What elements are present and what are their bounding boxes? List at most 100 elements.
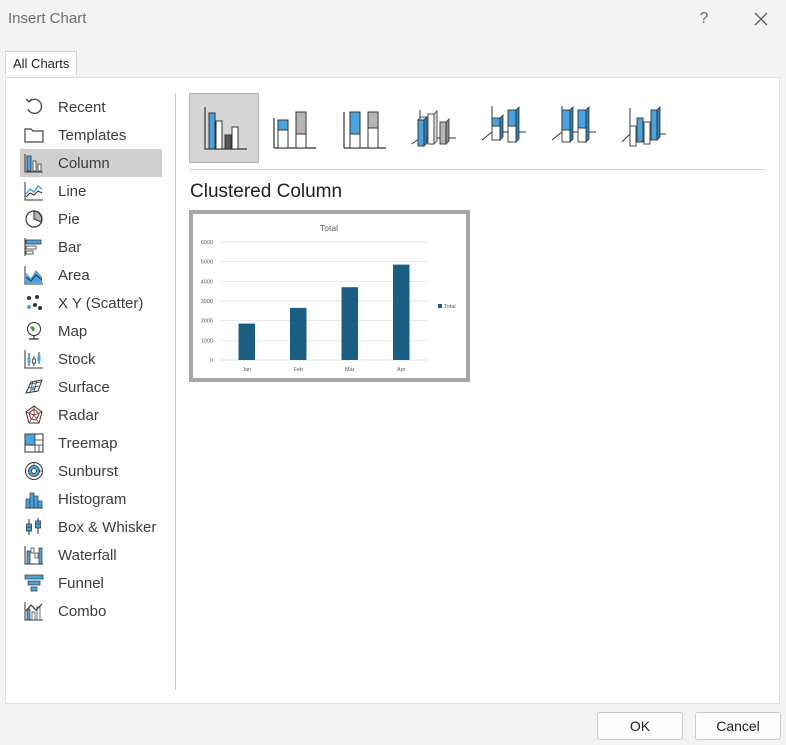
100-stacked-column-icon xyxy=(343,111,386,149)
chart-type-label: Area xyxy=(58,267,90,284)
y-tick-label: 6000 xyxy=(201,240,213,246)
chart-type-label: Recent xyxy=(58,99,106,116)
funnel-chart-icon xyxy=(24,574,44,592)
help-button[interactable]: ? xyxy=(692,6,716,32)
legend-swatch xyxy=(438,304,442,308)
selected-subtype-name: Clustered Column xyxy=(190,181,343,202)
subtype-3d-stacked-column[interactable] xyxy=(469,93,539,163)
chart-type-label: Stock xyxy=(58,351,96,368)
y-tick-label: 5000 xyxy=(201,260,213,266)
panel-divider xyxy=(175,93,176,690)
combo-chart-icon xyxy=(24,602,43,621)
y-tick-label: 1000 xyxy=(201,338,213,344)
chart-type-sunburst[interactable]: Sunburst xyxy=(20,457,162,485)
x-tick-label: Feb xyxy=(294,367,303,373)
x-tick-label: Apr xyxy=(397,367,406,373)
x-tick-label: Mar xyxy=(345,367,355,373)
chart-type-box-whisker[interactable]: Box & Whisker xyxy=(20,513,162,541)
chart-type-label: Radar xyxy=(58,407,99,424)
3d-column-icon xyxy=(621,106,666,147)
cancel-button[interactable]: Cancel xyxy=(695,712,781,740)
subtype-stacked-column[interactable] xyxy=(259,93,329,163)
box-whisker-chart-icon xyxy=(26,518,41,535)
3d-clustered-column-icon xyxy=(411,110,456,147)
scatter-chart-icon xyxy=(27,295,42,310)
chart-preview[interactable]: Total 0 1000 2000 3000 4000 5000 6000 Jan Feb Mar A… xyxy=(189,210,470,382)
chart-type-map[interactable]: Map xyxy=(20,317,162,345)
chart-type-stock[interactable]: Stock xyxy=(20,345,162,373)
map-chart-icon xyxy=(26,321,42,340)
subtype-100-stacked-column[interactable] xyxy=(329,93,399,163)
chart-bar xyxy=(290,307,307,360)
chart-title: Total xyxy=(320,223,338,233)
close-button[interactable] xyxy=(748,6,774,32)
chart-type-label: Combo xyxy=(58,603,107,620)
chart-type-label: Map xyxy=(58,323,88,340)
y-tick-label: 2000 xyxy=(201,319,213,325)
title-bar: Insert Chart ? xyxy=(0,0,786,38)
column-chart-icon xyxy=(24,154,43,173)
chart-type-label: Pie xyxy=(58,211,80,228)
preview-chart: Total 0 1000 2000 3000 4000 5000 6000 Jan Feb Mar A… xyxy=(201,223,456,373)
subtype-3d-column[interactable] xyxy=(609,93,679,163)
chart-type-waterfall[interactable]: Waterfall xyxy=(20,541,162,569)
subtype-3d-100-stacked-column[interactable] xyxy=(539,93,609,163)
chart-bar xyxy=(393,264,410,360)
waterfall-chart-icon xyxy=(24,546,43,565)
chart-bar xyxy=(341,287,358,360)
legend-label: Total xyxy=(444,304,456,310)
chart-type-scatter[interactable]: X Y (Scatter) xyxy=(20,289,162,317)
chart-type-histogram[interactable]: Histogram xyxy=(20,485,162,513)
chart-subtype-gallery xyxy=(189,93,679,163)
y-tick-label: 0 xyxy=(210,358,213,364)
histogram-chart-icon xyxy=(25,492,43,509)
chart-type-combo[interactable]: Combo xyxy=(20,597,162,625)
chart-type-funnel[interactable]: Funnel xyxy=(20,569,162,597)
subtype-3d-clustered-column[interactable] xyxy=(399,93,469,163)
clustered-column-icon xyxy=(204,107,247,150)
chart-type-column[interactable]: Column xyxy=(20,149,162,177)
recent-icon xyxy=(25,98,43,114)
chart-type-templates[interactable]: Templates xyxy=(20,121,162,149)
y-tick-label: 4000 xyxy=(201,279,213,285)
chart-type-surface[interactable]: Surface xyxy=(20,373,162,401)
chart-type-label: Column xyxy=(58,155,110,172)
gallery-divider xyxy=(189,169,766,170)
area-chart-icon xyxy=(24,266,43,285)
chart-preview-canvas: Total 0 1000 2000 3000 4000 5000 6000 Jan Feb Mar A… xyxy=(193,214,466,378)
chart-type-label: Histogram xyxy=(58,491,127,508)
3d-stacked-column-icon xyxy=(481,106,526,143)
chart-type-label: X Y (Scatter) xyxy=(58,295,144,312)
chart-type-area[interactable]: Area xyxy=(20,261,162,289)
ok-button[interactable]: OK xyxy=(597,712,683,740)
chart-type-treemap[interactable]: Treemap xyxy=(20,429,162,457)
pie-chart-icon xyxy=(25,210,43,228)
chart-type-label: Sunburst xyxy=(58,463,119,480)
chart-type-label: Waterfall xyxy=(58,547,117,564)
bar-chart-icon xyxy=(24,238,42,256)
dialog-title: Insert Chart xyxy=(8,10,87,27)
radar-chart-icon xyxy=(25,405,43,424)
chart-type-recent[interactable]: Recent xyxy=(20,93,162,121)
tab-all-charts[interactable]: All Charts xyxy=(5,51,78,75)
stacked-column-icon xyxy=(273,111,316,149)
chart-type-label: Templates xyxy=(58,127,127,144)
chart-type-label: Line xyxy=(58,183,87,200)
chart-bar xyxy=(238,323,255,360)
subtype-clustered-column[interactable] xyxy=(189,93,259,163)
chart-type-label: Bar xyxy=(58,239,82,256)
chart-type-label: Treemap xyxy=(58,435,118,452)
chart-type-bar[interactable]: Bar xyxy=(20,233,162,261)
surface-chart-icon xyxy=(25,379,43,394)
chart-type-label: Funnel xyxy=(58,575,104,592)
chart-type-list: Recent Templates Column Line Pie Bar Are… xyxy=(20,93,162,691)
chart-type-pie[interactable]: Pie xyxy=(20,205,162,233)
line-chart-icon xyxy=(24,182,43,201)
stock-chart-icon xyxy=(24,350,43,369)
3d-100-stacked-column-icon xyxy=(551,106,596,143)
chart-type-label: Surface xyxy=(58,379,110,396)
chart-type-radar[interactable]: Radar xyxy=(20,401,162,429)
folder-icon xyxy=(24,128,44,143)
chart-type-line[interactable]: Line xyxy=(20,177,162,205)
chart-type-label: Box & Whisker xyxy=(58,519,157,536)
